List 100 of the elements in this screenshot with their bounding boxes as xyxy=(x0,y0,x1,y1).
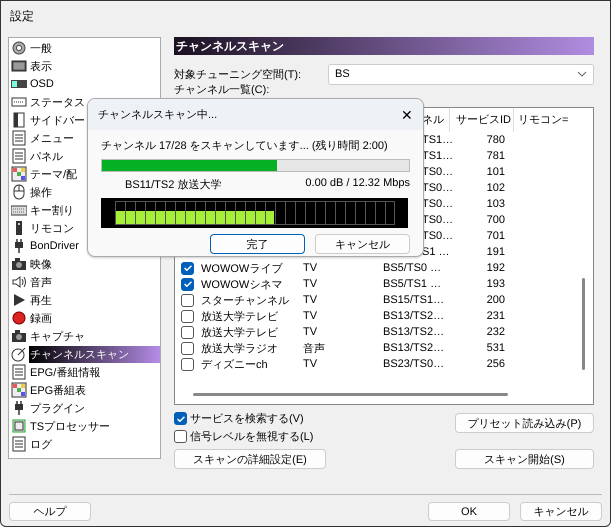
service-id-cell-text: 232 xyxy=(486,326,506,338)
channel-cell-text: BS5/TS1 … xyxy=(383,278,442,290)
service-name-cell-text: 放送大学テレビ xyxy=(201,310,279,324)
sidebar-item[interactable]: 映像 xyxy=(9,255,160,273)
channel-cell: S1 … xyxy=(422,246,449,258)
speaker-icon xyxy=(11,274,27,290)
service-id-cell-text: 781 xyxy=(486,150,506,162)
tuning-space-dropdown[interactable]: BS xyxy=(328,64,594,84)
sidebar-item[interactable]: TSプロセッサー xyxy=(9,417,160,435)
done-button[interactable]: 完了 xyxy=(210,234,305,254)
checkbox-label: 信号レベルを無視する(L) xyxy=(190,430,314,444)
service-id-cell-text: 780 xyxy=(486,134,506,146)
chip-icon xyxy=(11,418,27,434)
checkbox[interactable] xyxy=(181,294,194,306)
service-id-cell-text: 193 xyxy=(486,278,506,290)
section-header: チャンネルスキャン xyxy=(174,37,594,55)
sidebar-item[interactable]: 再生 xyxy=(9,291,160,309)
type-cell-text: TV xyxy=(303,310,318,322)
type-cell-text: 音声 xyxy=(303,342,326,356)
help-button[interactable]: ヘルプ xyxy=(9,502,91,521)
scan-status-text: チャンネル 17/28 をスキャンしています... (残り時間 2:00) xyxy=(101,139,388,154)
camera-icon xyxy=(11,256,27,272)
column-header[interactable]: リモコン= xyxy=(513,108,593,132)
service-id-cell-text: 103 xyxy=(486,198,506,210)
service-id-cell-text: 102 xyxy=(486,182,506,194)
document-icon xyxy=(11,436,27,452)
service-name-cell-text: 放送大学テレビ xyxy=(201,326,279,340)
checkbox[interactable] xyxy=(181,310,194,322)
tuning-space-label: 対象チューニング空間(T): xyxy=(174,68,302,82)
service-id-cell-text: 531 xyxy=(486,342,506,354)
palette-icon xyxy=(11,166,27,182)
type-cell-text: TV xyxy=(303,262,318,274)
sidebar-item[interactable]: EPG/番組情報 xyxy=(9,363,160,381)
cancel-button[interactable]: キャンセル xyxy=(520,502,602,521)
sidebar-item[interactable]: BonDriver xyxy=(9,237,160,255)
type-cell-text: TV xyxy=(303,326,318,338)
sidebar-item[interactable]: ステータス xyxy=(9,93,160,111)
sidebar-item[interactable]: キー割り xyxy=(9,201,160,219)
channel-list-label: チャンネル一覧(C): xyxy=(174,84,270,96)
service-name-cell-text: スターチャンネル xyxy=(201,294,290,308)
document-icon xyxy=(11,364,27,380)
current-channel-text: BS11/TS2 放送大学 xyxy=(125,178,222,193)
channel-cell-text: BS13/TS2… xyxy=(383,326,446,338)
type-cell-text: TV xyxy=(303,278,318,290)
monitor-icon xyxy=(11,58,27,74)
start-scan-button[interactable]: スキャン開始(S) xyxy=(455,449,594,469)
channel-cell-text: BS13/TS2… xyxy=(383,310,446,322)
close-button[interactable]: ✕ xyxy=(401,106,413,122)
channel-cell-text: BS15/TS1… xyxy=(383,294,446,306)
checkbox[interactable] xyxy=(181,326,194,338)
checkbox[interactable] xyxy=(174,412,187,425)
service-id-cell-text: 101 xyxy=(486,166,506,178)
checkbox-label: サービスを検索する(V) xyxy=(190,412,304,426)
cancel-button[interactable]: キャンセル xyxy=(315,234,410,254)
checkbox[interactable] xyxy=(181,358,194,370)
type-cell-text: TV xyxy=(303,358,318,370)
sidebar-item[interactable]: 一般 xyxy=(9,39,160,57)
sidebar-item[interactable]: 録画 xyxy=(9,309,160,327)
service-name-cell-text: WOWOWライブ xyxy=(201,262,284,276)
load-preset-button[interactable]: プリセット読み込み(P) xyxy=(455,413,594,433)
service-id-cell-text: 191 xyxy=(486,246,506,258)
ok-button[interactable]: OK xyxy=(428,502,510,521)
service-name-cell-text: WOWOWシネマ xyxy=(201,278,284,292)
sidebar-item[interactable]: 表示 xyxy=(9,57,160,75)
service-id-cell-text: 700 xyxy=(486,214,506,226)
service-id-cell-text: 256 xyxy=(486,358,506,370)
vertical-scrollbar[interactable] xyxy=(582,278,585,370)
sidebar-item[interactable]: プラグイン xyxy=(9,399,160,417)
column-header[interactable]: サービスID xyxy=(449,108,513,132)
sidebar-item[interactable]: 音声 xyxy=(9,273,160,291)
window-title: 設定 xyxy=(10,8,34,24)
record-icon xyxy=(11,310,27,326)
sidebar-item[interactable]: ログ xyxy=(9,435,160,453)
channel-cell-text: BS5/TS0 … xyxy=(383,262,442,274)
sidebar-item[interactable]: OSD xyxy=(9,75,160,93)
service-name-cell-text: 放送大学ラジオ xyxy=(201,342,279,356)
signal-reading: 0.00 dB / 12.32 Mbps xyxy=(305,177,410,191)
horizontal-scrollbar[interactable] xyxy=(193,393,508,396)
checkbox[interactable] xyxy=(174,430,187,443)
mouse-icon xyxy=(11,184,27,200)
channel-cell-text: BS13/TS2… xyxy=(383,342,446,354)
checkbox[interactable] xyxy=(181,278,194,290)
document-icon xyxy=(11,148,27,164)
sidebar-item[interactable]: リモコン xyxy=(9,219,160,237)
sidebar-item[interactable]: キャプチャ xyxy=(9,327,160,345)
palette-icon xyxy=(11,382,27,398)
channel-cell-text: BS23/TS0… xyxy=(383,358,446,370)
document-icon xyxy=(11,130,27,146)
checkmark-icon xyxy=(184,265,192,271)
dialog-title: チャンネルスキャン中... xyxy=(98,108,218,122)
scan-settings-button[interactable]: スキャンの詳細設定(E) xyxy=(174,449,326,469)
service-id-cell-text: 701 xyxy=(486,230,506,242)
sidebar-item[interactable]: EPG番組表 xyxy=(9,381,160,399)
checkmark-icon xyxy=(184,281,192,287)
service-id-cell-text: 231 xyxy=(486,310,506,322)
service-id-cell-text: 200 xyxy=(486,294,506,306)
sidebar-icon xyxy=(11,112,27,128)
checkbox[interactable] xyxy=(181,342,194,354)
checkbox[interactable] xyxy=(181,262,194,274)
camera-icon xyxy=(11,328,27,344)
